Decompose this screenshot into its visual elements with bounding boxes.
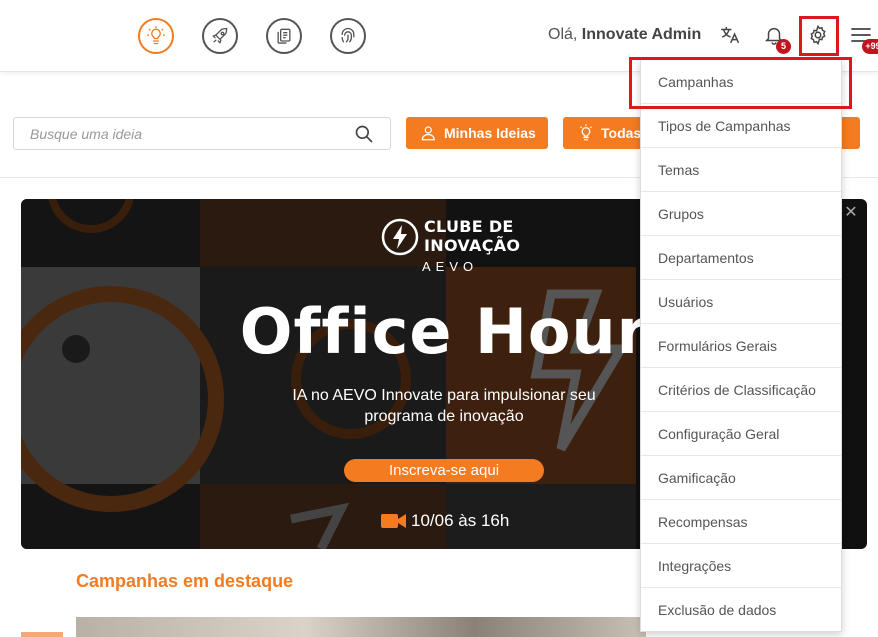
video-camera-icon [381, 514, 406, 528]
settings-highlight [799, 16, 839, 56]
event-date-text: 10/06 às 16h [411, 511, 510, 530]
lightbulb-icon[interactable] [138, 18, 174, 54]
logo-sub: AEVO [422, 259, 479, 274]
campanhas-highlight [629, 57, 852, 109]
close-icon[interactable]: ✕ [843, 205, 859, 221]
menu-item-criterios-de-classificacao[interactable]: Critérios de Classificação [641, 368, 841, 412]
rocket-icon[interactable] [202, 18, 238, 54]
documents-icon[interactable] [266, 18, 302, 54]
lightbulb-small-icon [580, 124, 592, 141]
menu-item-exclusao-de-dados[interactable]: Exclusão de dados [641, 588, 841, 632]
menu-item-formularios-gerais[interactable]: Formulários Gerais [641, 324, 841, 368]
user-icon [421, 126, 435, 141]
my-ideas-label: Minhas Ideias [444, 125, 536, 141]
menu-item-integracoes[interactable]: Integrações [641, 544, 841, 588]
carousel-prev-button[interactable] [21, 632, 63, 637]
menu-item-gamificacao[interactable]: Gamificação [641, 456, 841, 500]
campaign-card-image[interactable] [76, 617, 646, 637]
search-icon[interactable] [354, 124, 374, 144]
logo-line1: CLUBE DE [424, 217, 514, 236]
menu-badge: +99 [862, 39, 878, 54]
menu-item-grupos[interactable]: Grupos [641, 192, 841, 236]
bolt-logo-icon [381, 218, 419, 256]
greeting-prefix: Olá, [548, 26, 578, 43]
fingerprint-icon[interactable] [330, 18, 366, 54]
all-ideas-label: Todas [601, 125, 642, 141]
logo-line2: INOVAÇÃO [424, 236, 521, 255]
featured-campaigns-title: Campanhas em destaque [76, 571, 294, 591]
search-input[interactable] [14, 118, 344, 149]
logo-text: CLUBE DE INOVAÇÃO [424, 217, 520, 255]
settings-dropdown: Campanhas Tipos de Campanhas Temas Grupo… [640, 59, 842, 632]
notification-badge: 5 [776, 39, 791, 54]
menu-item-usuarios[interactable]: Usuários [641, 280, 841, 324]
my-ideas-button[interactable]: Minhas Ideias [406, 117, 548, 149]
translate-icon[interactable] [717, 22, 743, 48]
clube-inovacao-logo: CLUBE DE INOVAÇÃO AEVO [380, 217, 520, 274]
user-name: Innovate Admin [581, 26, 702, 43]
menu-item-temas[interactable]: Temas [641, 148, 841, 192]
menu-item-configuracao-geral[interactable]: Configuração Geral [641, 412, 841, 456]
user-greeting: Olá, Innovate Admin [548, 26, 701, 44]
menu-item-departamentos[interactable]: Departamentos [641, 236, 841, 280]
menu-item-tipos-de-campanhas[interactable]: Tipos de Campanhas [641, 104, 841, 148]
search-box[interactable] [13, 117, 391, 150]
signup-button[interactable]: Inscreva-se aqui [344, 459, 544, 482]
menu-item-recompensas[interactable]: Recompensas [641, 500, 841, 544]
event-date: 10/06 às 16h [381, 511, 509, 531]
